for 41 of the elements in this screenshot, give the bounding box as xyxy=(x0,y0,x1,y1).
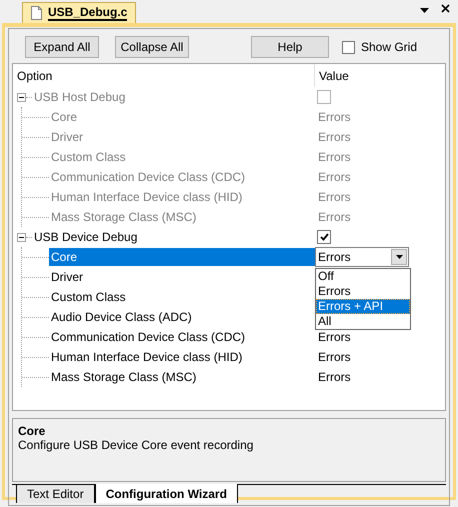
value-text: Errors xyxy=(317,330,351,344)
close-icon[interactable] xyxy=(441,4,450,13)
show-grid-checkbox[interactable] xyxy=(342,40,355,54)
checkmark-icon xyxy=(320,233,328,241)
toolbar-button[interactable]: Help xyxy=(251,36,329,58)
editor-tab[interactable]: Configuration Wizard xyxy=(94,484,238,503)
column-header: Option xyxy=(17,68,52,82)
tree-item[interactable]: Driver xyxy=(49,268,315,286)
value-text: Errors xyxy=(317,110,351,124)
dropdown-arrow-icon[interactable] xyxy=(420,8,429,14)
tree-item[interactable]: Core xyxy=(49,248,315,266)
value-text: Errors xyxy=(317,370,351,384)
value-text: Errors xyxy=(317,130,351,144)
tree-item[interactable]: Communication Device Class (CDC) xyxy=(49,328,315,346)
editor-tab[interactable]: Text Editor xyxy=(16,485,95,503)
tree-item[interactable]: Audio Device Class (ADC) xyxy=(49,308,315,326)
collapse-icon[interactable] xyxy=(17,232,26,242)
value-text: Errors xyxy=(317,150,351,164)
dropdown-option[interactable]: All xyxy=(316,314,410,329)
dropdown-option[interactable]: Off xyxy=(316,269,410,284)
tree-item[interactable]: Mass Storage Class (MSC) xyxy=(49,368,315,386)
value-text: Errors xyxy=(317,350,351,364)
dropdown-option[interactable]: Errors xyxy=(316,284,410,299)
tree-item[interactable]: Custom Class xyxy=(49,288,315,306)
checkbox-label: Show Grid xyxy=(361,40,418,54)
value-text: Errors xyxy=(317,190,351,204)
caret-icon xyxy=(396,255,402,259)
file-tab[interactable]: USB_Debug.c xyxy=(22,2,136,23)
description-text: Configure USB Device Core event recording xyxy=(18,438,254,452)
tree-group-item[interactable]: USB Device Debug xyxy=(32,228,315,246)
dropdown-option[interactable]: Errors + API xyxy=(316,299,410,314)
document-icon xyxy=(31,6,42,20)
toolbar-button[interactable]: Expand All xyxy=(25,36,99,58)
value-text: Errors xyxy=(317,210,351,224)
value-checkbox[interactable] xyxy=(317,230,331,244)
description-title: Core xyxy=(18,424,46,438)
toolbar-button[interactable]: Collapse All xyxy=(115,36,189,58)
column-header: Value xyxy=(319,68,349,82)
value-text: Errors xyxy=(317,170,351,184)
value-dropdown[interactable]: Errors xyxy=(315,247,409,267)
tree-item[interactable]: Human Interface Device class (HID) xyxy=(49,348,315,366)
